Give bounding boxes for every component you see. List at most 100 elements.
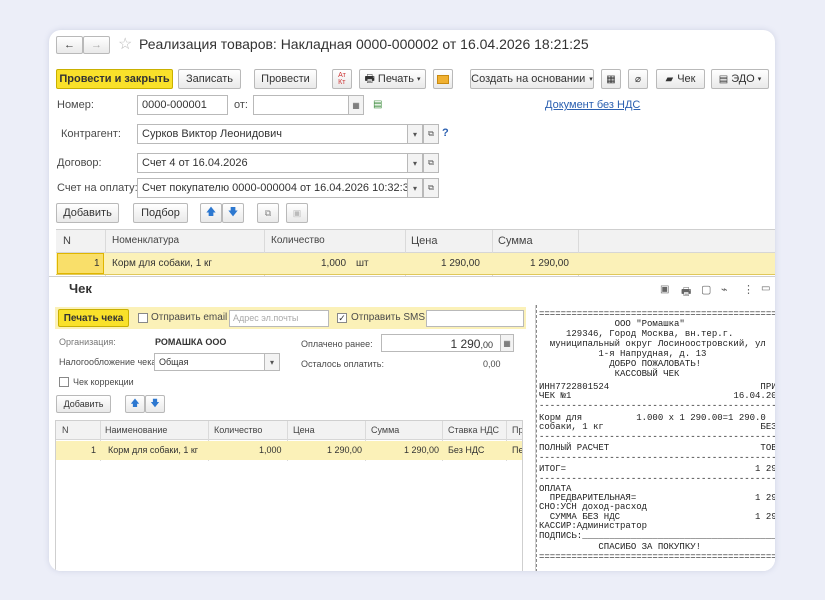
remain-label: Осталось оплатить: (301, 359, 384, 369)
col-nomenclature[interactable]: Номенклатура (112, 235, 179, 246)
receipt-line: 1-я Напрудная, д. 13 (539, 349, 707, 359)
printer-icon[interactable]: 🖶 (681, 283, 691, 302)
move-up-button[interactable]: 🡅 (200, 203, 222, 223)
arrow-down-icon: 🡇 (150, 398, 160, 408)
favorite-star-icon[interactable]: ☆ (118, 34, 132, 54)
check-row-name: Корм для собаки, 1 кг (108, 445, 199, 455)
number-field[interactable]: 0000-000001 (137, 95, 228, 115)
chevron-down-icon: ▾ (416, 76, 421, 83)
col-sum[interactable]: Сумма (498, 235, 533, 247)
counterparty-label: Контрагент: (61, 128, 121, 140)
counterparty-open-button[interactable]: ⧉ (423, 124, 439, 144)
pick-items-button[interactable]: Подбор (133, 203, 188, 223)
check-move-up-button[interactable]: 🡅 (125, 395, 145, 413)
invoice-open-button[interactable]: ⧉ (423, 178, 439, 198)
sms-input[interactable] (426, 310, 524, 327)
save-button[interactable]: Записать (178, 69, 241, 89)
email-button[interactable] (433, 69, 453, 89)
open-icon: ⧉ (428, 158, 434, 167)
print-receipt-button[interactable]: Печать чека (58, 309, 129, 327)
dt-kt-icon: Ат Кт (338, 72, 346, 86)
col-n[interactable]: N (63, 235, 71, 247)
check-col-qty[interactable]: Количество (214, 425, 262, 435)
add-item-button[interactable]: Добавить (56, 203, 119, 223)
calendar-button[interactable]: ▦ (348, 95, 364, 115)
attach-button[interactable]: ⌀ (628, 69, 648, 89)
document-without-vat-link[interactable]: Документ без НДС (545, 99, 640, 111)
prepaid-field[interactable]: 1 290,00 (381, 334, 514, 352)
post-button[interactable]: Провести (254, 69, 317, 89)
tax-dropdown[interactable]: ▾ (264, 353, 280, 371)
restore-icon[interactable]: ▭ (761, 283, 770, 294)
check-col-vat[interactable]: Ставка НДС (448, 425, 499, 435)
copy-button[interactable]: ⧉ (257, 203, 279, 223)
invoice-field[interactable]: Счет покупателю 0000-000004 от 16.04.202… (137, 178, 423, 198)
check-col-pr[interactable]: Пр (512, 425, 522, 435)
table-row[interactable]: 1 Корм для собаки, 1 кг 1,000 1 290,00 1… (56, 441, 522, 460)
receipt-button[interactable]: ▰ Чек (656, 69, 705, 89)
dt-kt-button[interactable]: Ат Кт (332, 69, 352, 89)
check-row-qty: 1,000 (259, 445, 282, 455)
contract-open-button[interactable]: ⧉ (423, 153, 439, 173)
send-sms-checkbox[interactable]: ✓ (337, 313, 347, 323)
structure-button[interactable]: ▦ (601, 69, 621, 89)
window-title: Реализация товаров: Накладная 0000-00000… (139, 36, 589, 52)
save-icon[interactable]: ▣ (660, 284, 669, 295)
check-row-sum: 1 290,00 (404, 445, 440, 455)
receipt-line: ДОБРО ПОЖАЛОВАТЬ! (539, 359, 702, 369)
back-button[interactable]: ← (56, 36, 83, 54)
move-down-button[interactable]: 🡇 (222, 203, 244, 223)
invoice-label: Счет на оплату: (57, 182, 138, 194)
more-icon[interactable]: ⋮ (743, 283, 754, 296)
invoice-dropdown[interactable]: ▾ (407, 178, 423, 198)
check-col-n[interactable]: N (62, 425, 69, 435)
col-price[interactable]: Цена (411, 235, 437, 247)
print-button[interactable]: 🖶 Печать ▾ (359, 69, 426, 89)
check-move-down-button[interactable]: 🡇 (145, 395, 165, 413)
check-col-name[interactable]: Наименование (105, 425, 167, 435)
row-unit: шт (356, 258, 369, 269)
paste-button[interactable]: ▣ (286, 203, 308, 223)
email-input[interactable]: Адрес эл.почты (229, 310, 329, 327)
chevron-down-icon: ▾ (757, 76, 762, 83)
col-quantity[interactable]: Количество (271, 235, 325, 246)
check-col-sum[interactable]: Сумма (371, 425, 399, 435)
check-col-price[interactable]: Цена (293, 425, 315, 435)
check-add-button[interactable]: Добавить (56, 395, 111, 413)
receipt-line: собаки, 1 кг БЕЗ НД (539, 422, 775, 432)
table-row[interactable]: 1 Корм для собаки, 1 кг 1,000 шт 1 290,0… (56, 253, 775, 275)
prepaid-calc-button[interactable]: ▦ (500, 334, 514, 352)
forward-button[interactable]: → (83, 36, 110, 54)
edo-label: ЭДО (731, 73, 755, 85)
preview-icon[interactable]: ▢ (701, 283, 711, 296)
calendar-icon: ▦ (352, 100, 360, 110)
correction-checkbox[interactable] (59, 377, 69, 387)
check-panel-title: Чек (69, 281, 92, 296)
counterparty-dropdown[interactable]: ▾ (407, 124, 423, 144)
receipt-line: ========================================… (539, 552, 775, 562)
post-and-close-button[interactable]: Провести и закрыть (56, 69, 173, 89)
row-price: 1 290,00 (441, 258, 480, 269)
contract-field[interactable]: Счет 4 от 16.04.2026 (137, 153, 423, 173)
receipt-line: ПОЛНЫЙ РАСЧЕТ ТОВАР (539, 443, 775, 453)
structure-icon: ▦ (606, 73, 616, 85)
arrow-up-icon: 🡅 (130, 398, 140, 408)
arrow-up-icon: 🡅 (205, 206, 217, 218)
chevron-down-icon: ▾ (269, 357, 274, 367)
link-icon[interactable]: ⌁ (721, 283, 728, 296)
create-based-on-button[interactable]: Создать на основании ▾ (470, 69, 594, 89)
receipt-line: КАССОВЫЙ ЧЕК (539, 369, 680, 379)
calculator-icon: ▦ (503, 338, 511, 348)
receipt-line: ----------------------------------------… (539, 401, 775, 411)
tax-select[interactable]: Общая (154, 353, 280, 371)
send-email-checkbox[interactable] (138, 313, 148, 323)
prepaid-value: 1 290 (450, 337, 481, 351)
table-arrow-icon[interactable]: ▤ (373, 99, 382, 110)
row-name: Корм для собаки, 1 кг (112, 258, 213, 269)
row-n: 1 (94, 258, 100, 269)
edo-button[interactable]: ▤ ЭДО ▾ (711, 69, 769, 89)
help-icon[interactable]: ? (442, 127, 449, 139)
contract-dropdown[interactable]: ▾ (407, 153, 423, 173)
counterparty-field[interactable]: Сурков Виктор Леонидович (137, 124, 423, 144)
receipt-preview: ========================================… (535, 305, 775, 571)
